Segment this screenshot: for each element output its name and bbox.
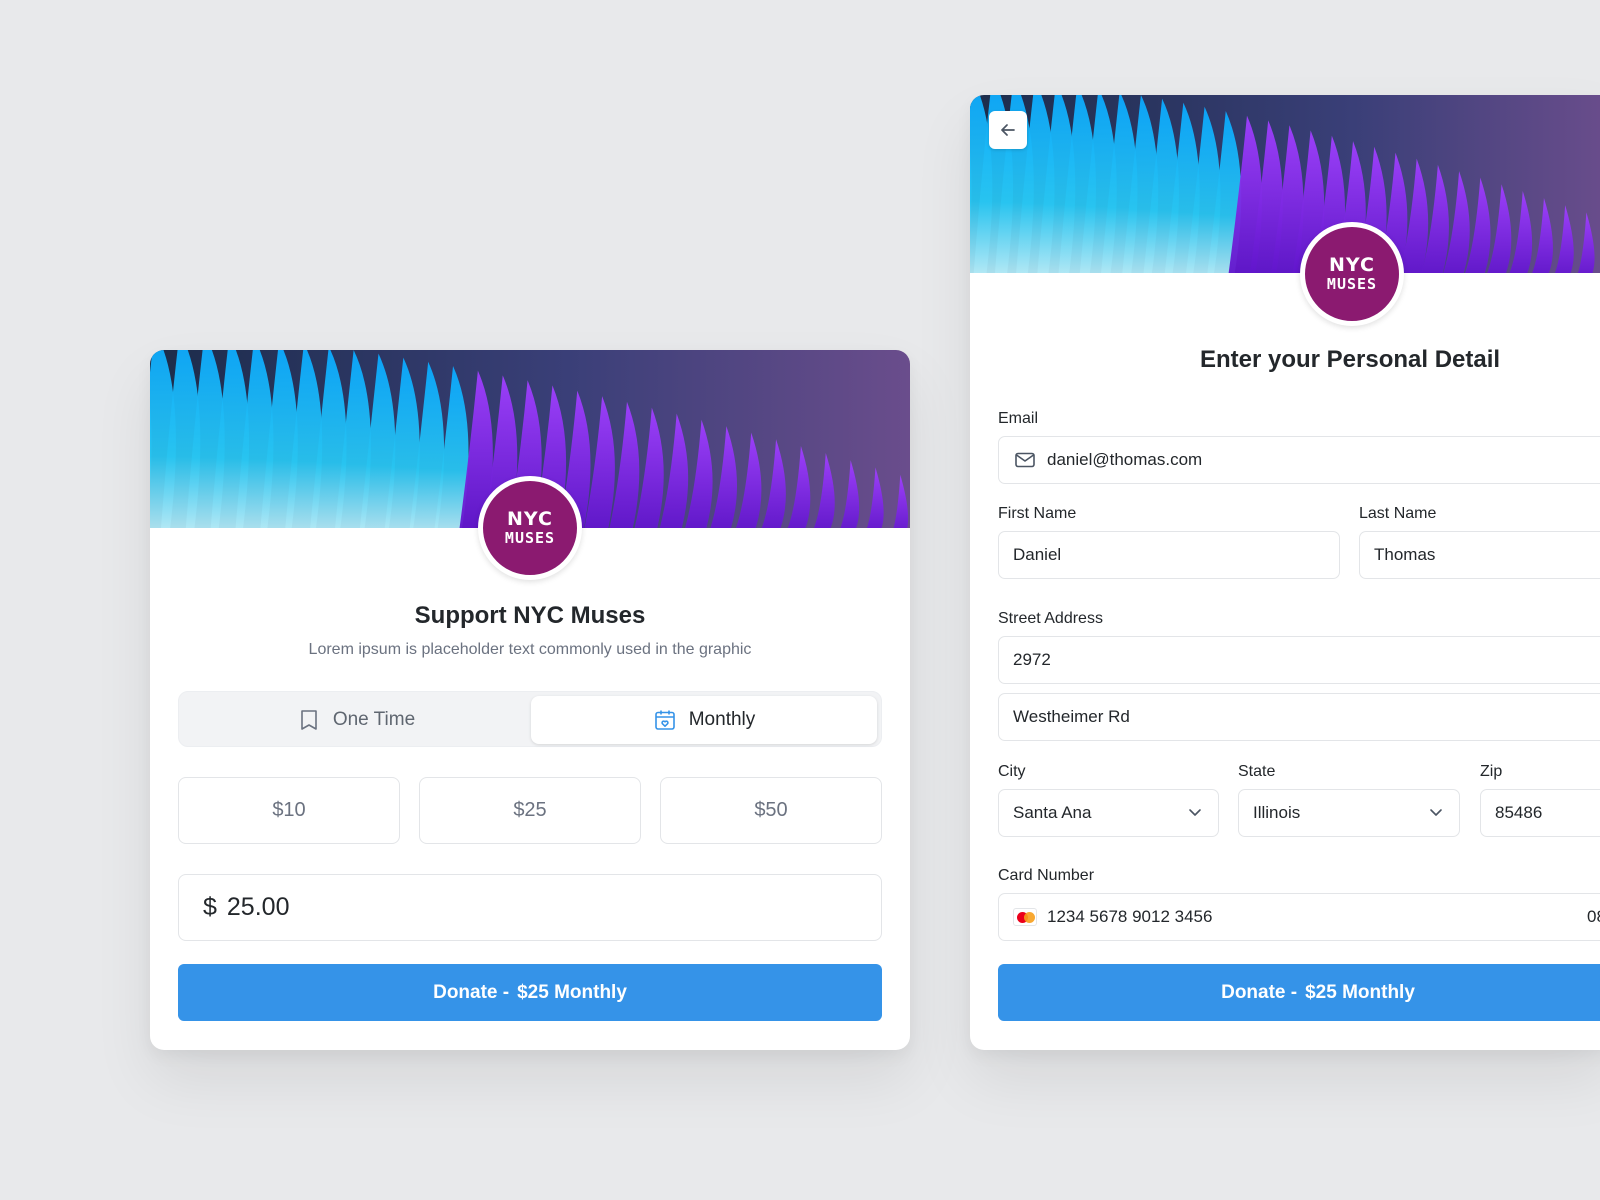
state-value: Illinois	[1253, 803, 1301, 822]
last-name-field[interactable]: Thomas	[1359, 531, 1600, 579]
nyc-muses-logo: NYC MUSES	[1300, 222, 1404, 326]
zip-value: 85486	[1495, 803, 1543, 822]
donate-button-prefix: Donate -	[1221, 981, 1298, 1003]
city-label: City	[998, 763, 1026, 780]
banner-image	[970, 95, 1600, 273]
frequency-option-one-time[interactable]: One Time	[183, 696, 529, 744]
amount-option-10[interactable]: $10	[178, 777, 400, 844]
donate-button-prefix: Donate -	[433, 981, 510, 1003]
chevron-down-icon	[1189, 809, 1201, 816]
abstract-feather-image	[970, 95, 1600, 273]
logo-line-1: NYC	[507, 508, 553, 530]
amount-value: 25.00	[226, 893, 290, 921]
page-subtitle: Lorem ipsum is placeholder text commonly…	[308, 641, 752, 658]
state-label: State	[1238, 763, 1276, 780]
receipt-icon	[301, 710, 317, 730]
arrow-left-icon	[1001, 124, 1015, 136]
street-line1-value: 2972	[1013, 650, 1051, 669]
back-button[interactable]	[989, 111, 1027, 149]
nyc-muses-logo: NYC MUSES	[478, 476, 582, 580]
street-address-label: Street Address	[998, 610, 1103, 627]
zip-field[interactable]: 85486	[1480, 789, 1600, 837]
currency-symbol: $	[203, 893, 217, 921]
donate-button-amount: $25 Monthly	[1305, 981, 1415, 1003]
personal-details-card: NYC MUSES Enter your Personal Detail Ema…	[970, 95, 1600, 1050]
street-line2-value: Westheimer Rd	[1013, 707, 1130, 726]
card-expiry-value: 08	[1587, 907, 1600, 926]
amount-option-25[interactable]: $25	[419, 777, 641, 844]
donate-button-amount: $25 Monthly	[517, 981, 627, 1003]
donation-card: NYC MUSES Support NYC Muses Lorem ipsum …	[150, 350, 910, 1050]
custom-amount-input[interactable]: $ 25.00	[178, 874, 882, 941]
street-address-line2-field[interactable]: Westheimer Rd	[998, 693, 1600, 741]
street-address-line1-field[interactable]: 2972	[998, 636, 1600, 684]
city-value: Santa Ana	[1013, 803, 1092, 822]
card-number-field[interactable]: 1234 5678 9012 3456 08	[998, 893, 1600, 941]
frequency-option-label: Monthly	[688, 709, 756, 730]
card-number-label: Card Number	[998, 867, 1095, 884]
first-name-value: Daniel	[1013, 545, 1062, 564]
frequency-option-label: One Time	[332, 709, 416, 730]
form-title: Enter your Personal Detail	[1199, 346, 1501, 373]
email-label: Email	[998, 410, 1039, 427]
city-select[interactable]: Santa Ana	[998, 789, 1219, 837]
donate-button[interactable]: Donate - $25 Monthly	[178, 964, 882, 1021]
last-name-value: Thomas	[1374, 545, 1436, 564]
logo-line-1: NYC	[1329, 254, 1375, 276]
first-name-field[interactable]: Daniel	[998, 531, 1340, 579]
mastercard-icon	[1013, 905, 1037, 929]
first-name-label: First Name	[998, 505, 1077, 522]
donate-button[interactable]: Donate - $25 Monthly	[998, 964, 1600, 1021]
zip-label: Zip	[1480, 763, 1503, 780]
calendar-heart-icon	[654, 710, 675, 730]
last-name-label: Last Name	[1359, 505, 1437, 522]
page-title: Support NYC Muses	[414, 602, 646, 629]
frequency-toggle: One Time Monthly	[178, 691, 882, 747]
frequency-option-monthly[interactable]: Monthly	[531, 696, 877, 744]
mail-icon	[1013, 448, 1037, 472]
logo-line-2: MUSES	[504, 529, 556, 547]
logo-line-2: MUSES	[1326, 275, 1378, 293]
card-number-value: 1234 5678 9012 3456	[1047, 907, 1213, 926]
state-select[interactable]: Illinois	[1238, 789, 1460, 837]
email-value: daniel@thomas.com	[1047, 450, 1203, 469]
chevron-down-icon	[1430, 809, 1442, 816]
email-field[interactable]: daniel@thomas.com	[998, 436, 1600, 484]
amount-option-50[interactable]: $50	[660, 777, 882, 844]
